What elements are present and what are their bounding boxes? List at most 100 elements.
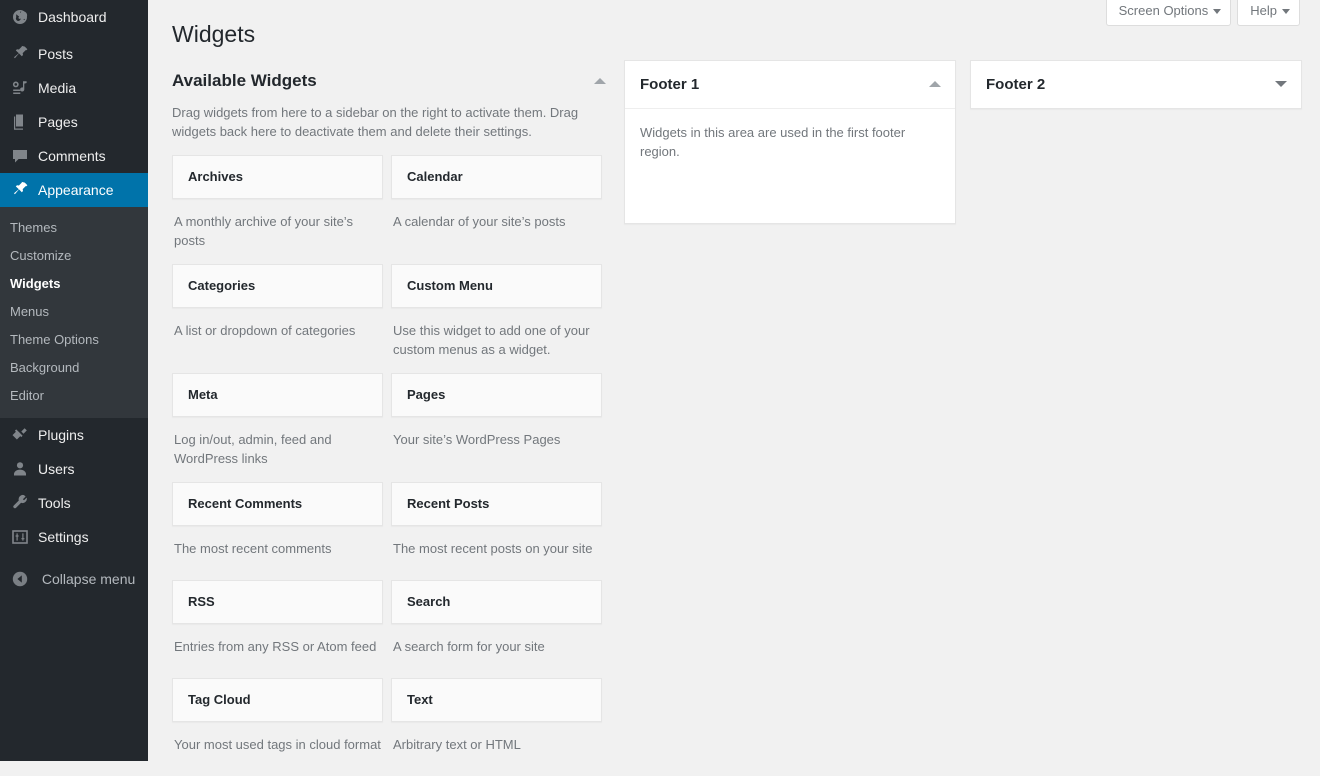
admin-sidebar: Dashboard Posts Media Pages Comments xyxy=(0,0,148,761)
submenu-item-customize[interactable]: Customize xyxy=(0,242,148,270)
chevron-up-icon[interactable] xyxy=(929,81,941,87)
widget-cell: Categories A list or dropdown of categor… xyxy=(172,264,383,373)
widget-card-archives[interactable]: Archives xyxy=(172,155,383,199)
submenu-item-theme-options[interactable]: Theme Options xyxy=(0,326,148,354)
widget-description: Arbitrary text or HTML xyxy=(391,722,602,776)
pushpin-icon xyxy=(10,42,30,62)
widget-title: Search xyxy=(407,593,586,611)
collapse-menu-button[interactable]: Collapse menu xyxy=(0,562,148,596)
widget-description: A calendar of your site’s posts xyxy=(391,199,602,253)
sidebar-item-label: Tools xyxy=(38,486,71,520)
widget-cell: Custom Menu Use this widget to add one o… xyxy=(391,264,602,373)
widget-card-text[interactable]: Text xyxy=(391,678,602,722)
sidebar-area-title: Footer 1 xyxy=(640,76,699,93)
widget-description: A monthly archive of your site’s posts xyxy=(172,199,383,264)
widget-title: Recent Posts xyxy=(407,495,586,513)
widget-card-calendar[interactable]: Calendar xyxy=(391,155,602,199)
pages-icon xyxy=(10,110,30,130)
widget-card-categories[interactable]: Categories xyxy=(172,264,383,308)
widget-title: Calendar xyxy=(407,168,586,186)
available-widgets-heading: Available Widgets xyxy=(172,70,616,92)
widget-card-custom-menu[interactable]: Custom Menu xyxy=(391,264,602,308)
admin-menu-top: Dashboard Posts Media Pages Comments xyxy=(0,0,148,596)
help-button[interactable]: Help xyxy=(1237,0,1300,26)
sidebar-item-label: Comments xyxy=(38,139,106,173)
widget-title: Tag Cloud xyxy=(188,691,367,709)
widget-description: Your site’s WordPress Pages xyxy=(391,417,602,471)
sidebar-item-appearance[interactable]: Appearance xyxy=(0,173,148,207)
media-note-icon xyxy=(10,76,30,96)
sidebar-area-header-footer-1[interactable]: Footer 1 xyxy=(625,61,955,109)
plug-icon xyxy=(10,423,30,443)
sidebar-area-footer-2: Footer 2 xyxy=(970,60,1302,109)
sidebar-item-plugins[interactable]: Plugins xyxy=(0,418,148,452)
sidebar-item-label: Settings xyxy=(38,520,89,554)
chevron-up-icon[interactable] xyxy=(594,78,606,84)
sidebar-item-posts[interactable]: Posts xyxy=(0,37,148,71)
widget-cell: Tag Cloud Your most used tags in cloud f… xyxy=(172,678,383,776)
widget-card-recent-posts[interactable]: Recent Posts xyxy=(391,482,602,526)
widget-title: Pages xyxy=(407,386,586,404)
widget-cell: Recent Comments The most recent comments xyxy=(172,482,383,580)
sidebar-area-header-footer-2[interactable]: Footer 2 xyxy=(971,61,1301,108)
submenu-item-label: Menus xyxy=(10,304,49,319)
widget-title: Categories xyxy=(188,277,367,295)
submenu-item-background[interactable]: Background xyxy=(0,354,148,382)
submenu-item-widgets[interactable]: Widgets xyxy=(0,270,148,298)
sidebar-item-tools[interactable]: Tools xyxy=(0,486,148,520)
widget-description: Your most used tags in cloud format xyxy=(172,722,383,776)
widget-title: RSS xyxy=(188,593,367,611)
submenu-item-themes[interactable]: Themes xyxy=(0,214,148,242)
widget-cell: Archives A monthly archive of your site’… xyxy=(172,155,383,264)
sidebar-item-comments[interactable]: Comments xyxy=(0,139,148,173)
collapse-left-arrow-icon xyxy=(10,576,34,592)
widget-cell: Calendar A calendar of your site’s posts xyxy=(391,155,602,264)
sidebar-area-title: Footer 2 xyxy=(986,76,1045,93)
sidebar-item-pages[interactable]: Pages xyxy=(0,105,148,139)
submenu-item-label: Widgets xyxy=(10,276,60,291)
widget-description: A search form for your site xyxy=(391,624,602,678)
collapse-menu-label: Collapse menu xyxy=(42,571,135,587)
chevron-down-icon[interactable] xyxy=(1275,81,1287,87)
available-widgets-description: Drag widgets from here to a sidebar on t… xyxy=(172,103,602,141)
paintbrush-icon xyxy=(10,178,30,198)
widget-title: Text xyxy=(407,691,586,709)
sidebar-item-dashboard[interactable]: Dashboard xyxy=(0,0,148,34)
submenu-item-editor[interactable]: Editor xyxy=(0,382,148,410)
widget-cell: Recent Posts The most recent posts on yo… xyxy=(391,482,602,580)
widget-description: Use this widget to add one of your custo… xyxy=(391,308,602,373)
sidebar-item-users[interactable]: Users xyxy=(0,452,148,486)
sidebars-column: Footer 1 Widgets in this area are used i… xyxy=(624,60,1314,224)
widget-description: The most recent posts on your site xyxy=(391,526,602,580)
submenu-item-menus[interactable]: Menus xyxy=(0,298,148,326)
submenu-item-label: Customize xyxy=(10,248,71,263)
available-widgets-grid: Archives A monthly archive of your site’… xyxy=(172,155,616,776)
widget-card-search[interactable]: Search xyxy=(391,580,602,624)
main-content: Screen Options Help Widgets Available Wi… xyxy=(148,0,1320,761)
sidebar-item-settings[interactable]: Settings xyxy=(0,520,148,554)
submenu-item-label: Background xyxy=(10,360,79,375)
submenu-item-label: Theme Options xyxy=(10,332,99,347)
sidebar-area-description: Widgets in this area are used in the fir… xyxy=(640,123,940,161)
sidebar-item-media[interactable]: Media xyxy=(0,71,148,105)
widget-description: Entries from any RSS or Atom feed xyxy=(172,624,383,678)
widget-description: A list or dropdown of categories xyxy=(172,308,383,362)
wrench-icon xyxy=(10,491,30,511)
widget-cell: Search A search form for your site xyxy=(391,580,602,678)
widget-card-tag-cloud[interactable]: Tag Cloud xyxy=(172,678,383,722)
available-widgets-heading-label: Available Widgets xyxy=(172,71,317,90)
widget-card-meta[interactable]: Meta xyxy=(172,373,383,417)
widget-card-rss[interactable]: RSS xyxy=(172,580,383,624)
appearance-submenu: Themes Customize Widgets Menus Theme Opt… xyxy=(0,207,148,418)
screen-options-button[interactable]: Screen Options xyxy=(1106,0,1232,26)
widget-cell: Pages Your site’s WordPress Pages xyxy=(391,373,602,482)
widget-cell: Text Arbitrary text or HTML xyxy=(391,678,602,776)
sidebar-item-label: Posts xyxy=(38,37,73,71)
widget-card-recent-comments[interactable]: Recent Comments xyxy=(172,482,383,526)
sliders-icon xyxy=(10,525,30,545)
widget-card-pages[interactable]: Pages xyxy=(391,373,602,417)
widget-description: The most recent comments xyxy=(172,526,383,580)
comment-bubble-icon xyxy=(10,144,30,164)
sidebar-area-body-footer-1[interactable]: Widgets in this area are used in the fir… xyxy=(625,109,955,223)
sidebar-item-label: Appearance xyxy=(38,173,114,207)
